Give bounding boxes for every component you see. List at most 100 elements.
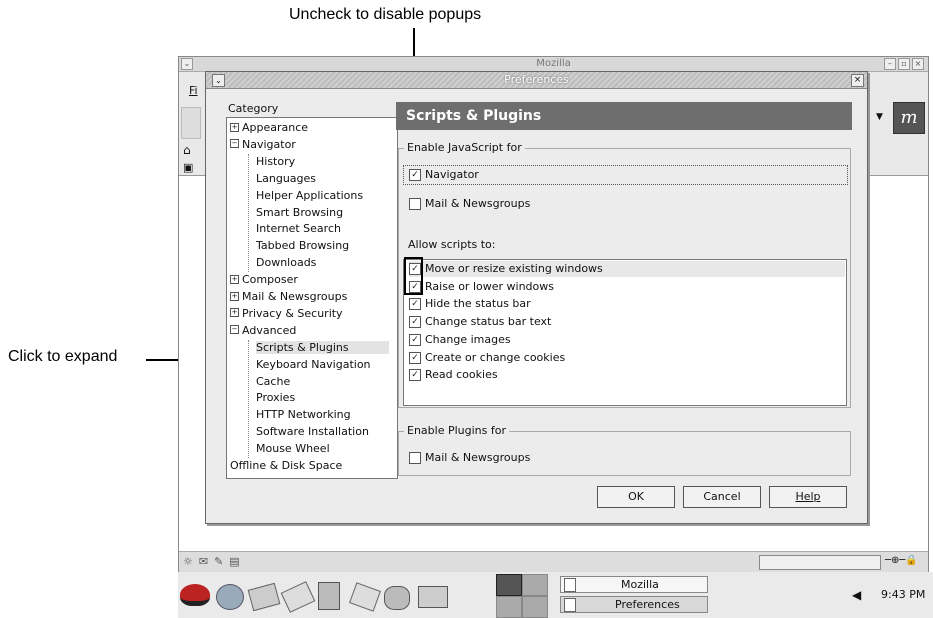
tree-item[interactable]: + Appearance <box>230 120 308 136</box>
tree-item[interactable]: + Mail & Newsgroups <box>230 289 347 305</box>
tree-item-label: Composer <box>242 273 298 287</box>
redhat-menu-icon[interactable] <box>180 584 210 606</box>
category-tree[interactable]: + Appearance − Navigator History Languages Hel… <box>226 117 398 479</box>
tree-item[interactable]: Offline & Disk Space <box>230 458 342 474</box>
maximize-icon[interactable]: ▫ <box>898 58 910 70</box>
clock[interactable]: 9:43 PM <box>881 588 925 601</box>
allow-script-row[interactable]: ✓ Create or change cookies <box>409 350 565 366</box>
tree-item[interactable]: Keyboard Navigation <box>256 357 371 373</box>
enable-plugins-label: Enable Plugins for <box>404 424 509 438</box>
tree-item[interactable]: Downloads <box>256 255 316 271</box>
progress-bar <box>759 555 881 570</box>
dialog-titlebar[interactable]: Preferences ⌄ × <box>206 72 867 89</box>
tree-item[interactable]: Cache <box>256 374 290 390</box>
allow-script-row[interactable]: ✓ Move or resize existing windows <box>409 261 845 277</box>
mozilla-titlebar: Mozilla ⌄ – ▫ × <box>179 57 928 72</box>
tree-item-label: Languages <box>256 171 317 185</box>
cancel-button[interactable]: Cancel <box>683 486 761 508</box>
dialog-close-icon[interactable]: × <box>851 74 864 87</box>
workspace-3[interactable] <box>496 596 522 618</box>
js-mail-row[interactable]: Mail & Newsgroups <box>409 196 530 212</box>
close-icon[interactable]: × <box>912 58 924 70</box>
allow-script-checkbox[interactable]: ✓ <box>409 316 421 329</box>
tree-expander-icon[interactable]: + <box>230 291 239 301</box>
allow-script-checkbox[interactable]: ✓ <box>409 369 421 382</box>
impress-launcher-icon[interactable] <box>318 582 340 610</box>
task-preferences[interactable]: Preferences <box>560 596 708 613</box>
tree-item[interactable]: HTTP Networking <box>256 407 351 423</box>
plugins-mail-row[interactable]: Mail & Newsgroups <box>409 450 530 466</box>
allow-script-row[interactable]: ✓ Change status bar text <box>409 314 551 330</box>
toolbar-dropdown-icon[interactable]: ▼ <box>876 112 883 122</box>
tree-item[interactable]: Scripts & Plugins <box>256 340 389 356</box>
volume-icon[interactable]: ◀ <box>852 588 861 602</box>
home-icon[interactable]: ⌂ <box>183 143 191 157</box>
workspace-1[interactable] <box>496 574 522 596</box>
writer-launcher-icon[interactable] <box>280 581 316 613</box>
tree-expander-icon[interactable]: + <box>230 122 239 132</box>
allow-script-checkbox[interactable]: ✓ <box>409 333 421 346</box>
mail-launcher-icon[interactable] <box>247 582 281 612</box>
allow-script-row[interactable]: ✓ Change images <box>409 332 511 348</box>
js-navigator-checkbox[interactable]: ✓ <box>409 169 421 181</box>
tree-item[interactable]: Smart Browsing <box>256 205 343 221</box>
allow-script-checkbox[interactable]: ✓ <box>409 298 421 311</box>
dialog-title: Preferences <box>504 73 569 86</box>
tree-item-label: Tabbed Browsing <box>256 239 350 253</box>
allow-script-row[interactable]: ✓ Hide the status bar <box>409 296 531 312</box>
menu-fragment[interactable]: Fi <box>189 84 198 97</box>
mozilla-throbber-icon[interactable]: m <box>893 102 925 134</box>
gimp-launcher-icon[interactable] <box>384 586 410 610</box>
window-menu-icon[interactable]: ⌄ <box>181 58 193 70</box>
tree-item-label: Cache <box>256 374 291 388</box>
tree-item[interactable]: Tabbed Browsing <box>256 238 349 254</box>
plugins-mail-checkbox[interactable] <box>409 452 421 464</box>
js-mail-checkbox[interactable] <box>409 198 421 210</box>
calc-launcher-icon[interactable] <box>349 582 381 612</box>
back-button-fragment[interactable] <box>181 107 201 139</box>
tree-item[interactable]: − Advanced <box>230 323 296 339</box>
tree-expander-icon[interactable]: + <box>230 274 239 284</box>
tree-item[interactable]: Languages <box>256 171 316 187</box>
panel-title: Scripts & Plugins <box>406 108 542 124</box>
tree-guide-line <box>248 153 249 273</box>
workspace-4[interactable] <box>522 596 548 618</box>
tree-expander-icon[interactable]: − <box>230 139 239 149</box>
workspace-2[interactable] <box>522 574 548 596</box>
print-launcher-icon[interactable] <box>418 586 448 608</box>
js-navigator-label: Navigator <box>425 168 479 181</box>
js-navigator-row[interactable]: ✓ Navigator <box>409 167 479 183</box>
allow-scripts-list[interactable]: ✓ Move or resize existing windows ✓ Raise o… <box>403 259 847 406</box>
tree-item[interactable]: Mouse Wheel <box>256 441 330 457</box>
tree-item-label: Mouse Wheel <box>256 442 330 456</box>
tree-item[interactable]: Internet Search <box>256 221 341 237</box>
allow-script-label: Read cookies <box>425 368 498 382</box>
dialog-menu-icon[interactable]: ⌄ <box>212 74 225 87</box>
tree-item-label: Downloads <box>256 256 317 270</box>
task-mozilla-icon <box>564 578 576 592</box>
tree-item[interactable]: Helper Applications <box>256 188 363 204</box>
ok-button[interactable]: OK <box>597 486 675 508</box>
tree-item[interactable]: History <box>256 154 295 170</box>
allow-script-row[interactable]: ✓ Raise or lower windows <box>409 279 554 295</box>
online-status-icon[interactable]: ─⊕─🔒 <box>885 555 918 566</box>
tree-item-label: Mail & Newsgroups <box>242 290 348 303</box>
checkbox-highlight-box <box>404 257 423 295</box>
allow-script-checkbox[interactable]: ✓ <box>409 351 421 364</box>
tree-item[interactable]: Software Installation <box>256 424 369 440</box>
allow-script-row[interactable]: ✓ Read cookies <box>409 367 498 383</box>
tree-item-label: Internet Search <box>256 222 341 236</box>
tree-item[interactable]: Proxies <box>256 390 295 406</box>
task-mozilla[interactable]: Mozilla <box>560 576 708 593</box>
tree-item[interactable]: + Composer <box>230 272 298 288</box>
tree-item[interactable]: − Navigator <box>230 137 296 153</box>
minimize-icon[interactable]: – <box>884 58 896 70</box>
tree-item[interactable]: + Privacy & Security <box>230 306 343 322</box>
tab-icon[interactable]: ▣ <box>183 161 193 174</box>
tree-expander-icon[interactable]: − <box>230 325 239 335</box>
tree-expander-icon[interactable]: + <box>230 308 239 318</box>
tree-item-label: Keyboard Navigation <box>256 357 371 371</box>
help-button[interactable]: Help <box>769 486 847 508</box>
browser-launcher-icon[interactable] <box>216 584 244 610</box>
category-label: Category <box>228 102 279 115</box>
